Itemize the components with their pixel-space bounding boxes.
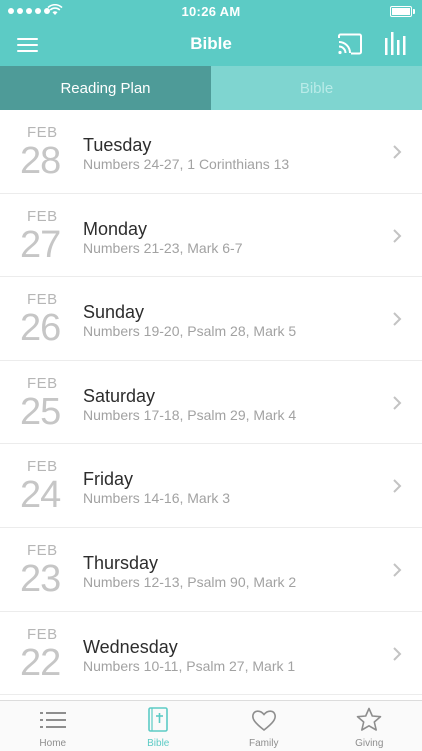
chevron-right-icon (392, 646, 402, 662)
date-day: 28 (20, 140, 60, 183)
battery-icon (390, 6, 412, 17)
list-item[interactable]: FEB 27 Monday Numbers 21-23, Mark 6-7 (0, 194, 422, 278)
weekday-label: Thursday (83, 553, 158, 574)
list-item[interactable]: FEB 22 Wednesday Numbers 10-11, Psalm 27… (0, 612, 422, 696)
date-month: FEB (27, 208, 58, 225)
weekday-label: Sunday (83, 302, 144, 323)
tab-bible[interactable]: Bible (211, 66, 422, 110)
date-day: 25 (20, 391, 60, 434)
status-bar: 10:26 AM (0, 0, 422, 22)
list-item[interactable]: FEB 24 Friday Numbers 14-16, Mark 3 (0, 444, 422, 528)
passages-label: Numbers 17-18, Psalm 29, Mark 4 (83, 407, 296, 423)
date-day: 26 (20, 307, 60, 350)
tabbar-family[interactable]: Family (211, 701, 317, 751)
tab-reading-plan[interactable]: Reading Plan (0, 66, 211, 110)
passages-label: Numbers 12-13, Psalm 90, Mark 2 (83, 574, 296, 590)
date-month: FEB (27, 291, 58, 308)
weekday-label: Tuesday (83, 135, 151, 156)
tabbar-bible[interactable]: Bible (106, 701, 212, 751)
date-month: FEB (27, 458, 58, 475)
tabbar-home[interactable]: Home (0, 701, 106, 751)
status-time: 10:26 AM (0, 4, 422, 19)
chevron-right-icon (392, 395, 402, 411)
date-day: 22 (20, 642, 60, 685)
date-day: 23 (20, 558, 60, 601)
date-month: FEB (27, 626, 58, 643)
tabbar-label: Giving (317, 738, 422, 749)
chevron-right-icon (392, 562, 402, 578)
star-icon (355, 707, 383, 733)
cast-icon[interactable] (336, 30, 364, 58)
chevron-right-icon (392, 144, 402, 160)
weekday-label: Wednesday (83, 637, 178, 658)
chevron-right-icon (392, 228, 402, 244)
passages-label: Numbers 10-11, Psalm 27, Mark 1 (83, 658, 295, 674)
date-month: FEB (27, 542, 58, 559)
weekday-label: Monday (83, 219, 147, 240)
chevron-right-icon (392, 311, 402, 327)
list-item[interactable]: FEB 28 Tuesday Numbers 24-27, 1 Corinthi… (0, 110, 422, 194)
weekday-label: Saturday (83, 386, 155, 407)
date-month: FEB (27, 375, 58, 392)
date-day: 27 (20, 224, 60, 267)
tabbar-giving[interactable]: Giving (317, 701, 422, 751)
reading-plan-list: FEB 28 Tuesday Numbers 24-27, 1 Corinthi… (0, 110, 422, 695)
tabbar-label: Bible (106, 738, 212, 749)
app-header: 10:26 AM Bible (0, 0, 422, 66)
chevron-right-icon (392, 478, 402, 494)
bible-icon (144, 707, 172, 733)
passages-label: Numbers 14-16, Mark 3 (83, 490, 230, 506)
passages-label: Numbers 24-27, 1 Corinthians 13 (83, 156, 289, 172)
date-day: 24 (20, 474, 60, 517)
list-icon (39, 707, 67, 733)
heart-icon (250, 707, 278, 733)
date-month: FEB (27, 124, 58, 141)
list-item[interactable]: FEB 25 Saturday Numbers 17-18, Psalm 29,… (0, 361, 422, 445)
bottom-tab-bar: Home Bible Family Giving (0, 700, 422, 751)
nav-bar: Bible (0, 22, 422, 66)
list-item[interactable]: FEB 26 Sunday Numbers 19-20, Psalm 28, M… (0, 277, 422, 361)
segmented-control: Reading Plan Bible (0, 66, 422, 110)
passages-label: Numbers 21-23, Mark 6-7 (83, 240, 243, 256)
list-item[interactable]: FEB 23 Thursday Numbers 12-13, Psalm 90,… (0, 528, 422, 612)
weekday-label: Friday (83, 469, 133, 490)
tabbar-label: Family (211, 738, 317, 749)
stats-icon[interactable] (382, 28, 408, 58)
passages-label: Numbers 19-20, Psalm 28, Mark 5 (83, 323, 296, 339)
tabbar-label: Home (0, 738, 106, 749)
